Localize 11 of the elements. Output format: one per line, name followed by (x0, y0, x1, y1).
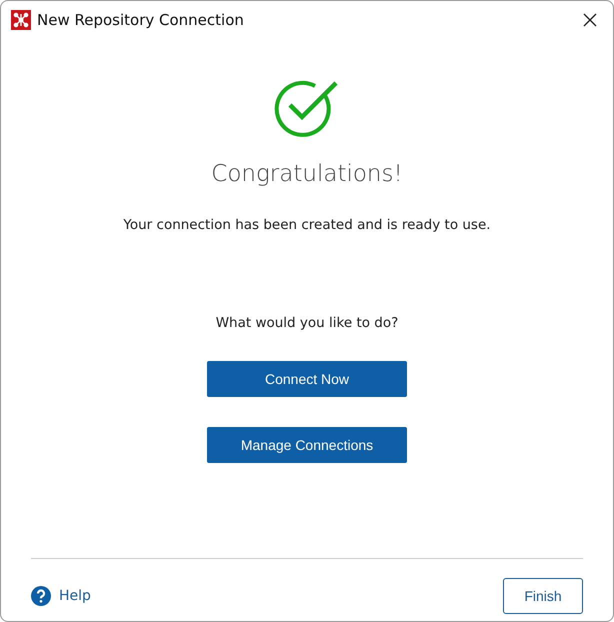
window-title: New Repository Connection (37, 11, 245, 29)
action-button[interactable]: Connect Now (207, 361, 407, 397)
heading: Congratulations! (211, 161, 403, 187)
message: Your connection has been created and is ready to use. (123, 217, 491, 233)
finish-button[interactable]: Finish (503, 578, 583, 614)
app-icon (11, 10, 31, 30)
question-text: What would you like to do? (216, 315, 398, 331)
close-icon[interactable] (583, 13, 597, 27)
help-icon[interactable] (31, 586, 51, 606)
action-button[interactable]: Manage Connections (207, 427, 407, 463)
help-link[interactable]: Help (59, 588, 91, 604)
